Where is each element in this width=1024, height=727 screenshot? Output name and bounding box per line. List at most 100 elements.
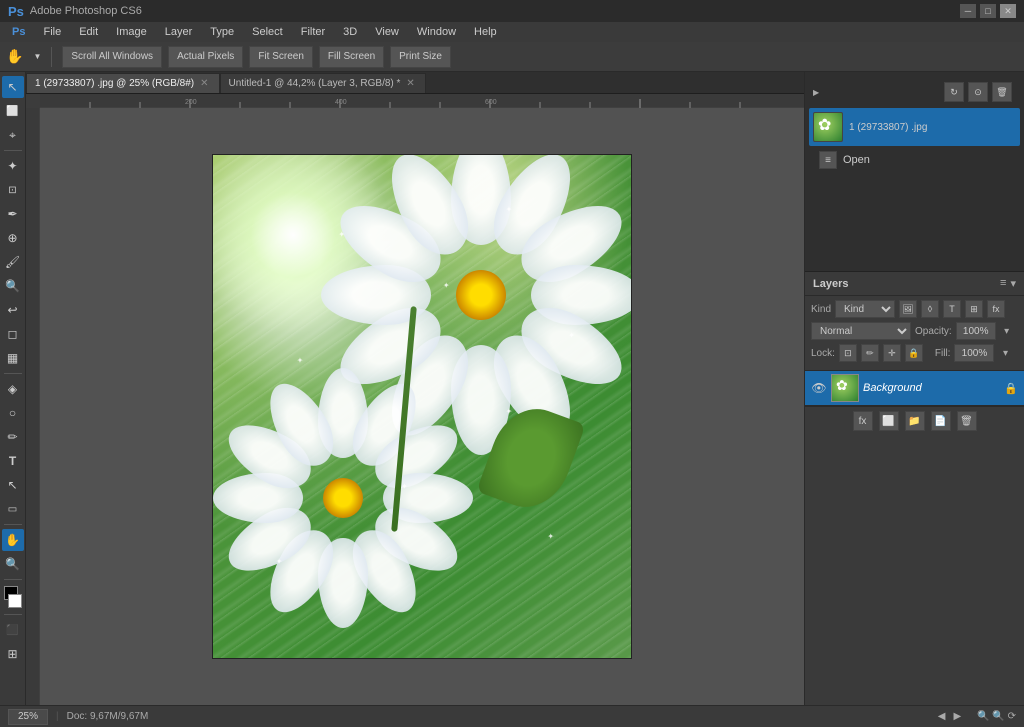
- layers-filter-icon-1[interactable]: 🖼: [899, 300, 917, 318]
- hand-tool[interactable]: ✋: [2, 529, 24, 551]
- flower-center-2: [323, 478, 363, 518]
- menu-help[interactable]: Help: [466, 24, 505, 40]
- delete-layer-button[interactable]: 🗑: [957, 411, 977, 431]
- path-selection-tool[interactable]: ↖: [2, 474, 24, 496]
- blur-tool[interactable]: ◈: [2, 378, 24, 400]
- text-tool[interactable]: T: [2, 450, 24, 472]
- lock-transparent-btn[interactable]: ⊡: [839, 344, 857, 362]
- clone-stamp-tool[interactable]: 🔍: [2, 275, 24, 297]
- menu-file[interactable]: File: [35, 24, 69, 40]
- status-next-btn[interactable]: ▶: [953, 711, 961, 722]
- status-bar: | Doc: 9,67M/9,67M ◀ ▶ 🔍 🔍 ⟳: [0, 705, 1024, 727]
- bridge-filename: 1 (29733807) .jpg: [849, 122, 927, 133]
- layers-kind-label: Kind: [811, 304, 831, 315]
- marquee-tool[interactable]: ⬜: [2, 100, 24, 122]
- bridge-camera-icon[interactable]: ⊙: [968, 82, 988, 102]
- menu-type[interactable]: Type: [202, 24, 242, 40]
- layers-filter-icon-4[interactable]: ⊞: [965, 300, 983, 318]
- layers-menu-icon[interactable]: ▾: [1010, 277, 1016, 290]
- menu-3d[interactable]: 3D: [335, 24, 365, 40]
- opacity-input[interactable]: [956, 322, 996, 340]
- layers-collapse-icon[interactable]: ≡: [1000, 277, 1006, 290]
- move-tool[interactable]: ↖: [2, 76, 24, 98]
- eraser-tool[interactable]: ◻: [2, 323, 24, 345]
- layers-filter-icon-2[interactable]: ◊: [921, 300, 939, 318]
- layers-kind-select[interactable]: Kind: [835, 300, 895, 318]
- layer-background[interactable]: 👁 Background 🔒: [805, 371, 1024, 406]
- bridge-refresh-icon[interactable]: ↻: [944, 82, 964, 102]
- ps-logo: Ps: [8, 4, 24, 19]
- status-prev-btn[interactable]: ◀: [938, 711, 946, 722]
- fill-input[interactable]: [954, 344, 994, 362]
- bridge-trash-icon[interactable]: 🗑: [992, 82, 1012, 102]
- lock-label: Lock:: [811, 348, 835, 359]
- ruler-vertical: [26, 108, 40, 705]
- menu-window[interactable]: Window: [409, 24, 464, 40]
- menu-view[interactable]: View: [367, 24, 407, 40]
- spot-heal-tool[interactable]: ⊕: [2, 227, 24, 249]
- bridge-file-item[interactable]: 1 (29733807) .jpg: [809, 108, 1020, 146]
- tab-2-close[interactable]: ✕: [406, 78, 414, 89]
- maximize-button[interactable]: □: [980, 4, 996, 18]
- workspace: 1 (29733807) .jpg @ 25% (RGB/8#) ✕ Untit…: [26, 72, 804, 705]
- lock-all-btn[interactable]: 🔒: [905, 344, 923, 362]
- fit-screen-button[interactable]: Fit Screen: [249, 46, 313, 68]
- tab-1-label: 1 (29733807) .jpg @ 25% (RGB/8#): [35, 78, 194, 89]
- layer-visibility-toggle[interactable]: 👁: [811, 380, 827, 396]
- minimize-button[interactable]: ─: [960, 4, 976, 18]
- magic-wand-tool[interactable]: ✦: [2, 155, 24, 177]
- menu-select[interactable]: Select: [244, 24, 291, 40]
- zoom-tool[interactable]: 🔍: [2, 553, 24, 575]
- crop-tool[interactable]: ⊡: [2, 179, 24, 201]
- right-panel: ▶ ↻ ⊙ 🗑 1 (29733807) .jpg ≡ Open Layers: [804, 72, 1024, 705]
- lock-pixels-btn[interactable]: ✏: [861, 344, 879, 362]
- menu-image[interactable]: Image: [108, 24, 155, 40]
- fill-arrow[interactable]: ▾: [998, 346, 1012, 360]
- layers-filter-icon-3[interactable]: T: [943, 300, 961, 318]
- new-group-button[interactable]: 📁: [905, 411, 925, 431]
- print-size-button[interactable]: Print Size: [390, 46, 451, 68]
- bridge-panel-arrow: ▶: [813, 88, 819, 97]
- actual-pixels-button[interactable]: Actual Pixels: [168, 46, 243, 68]
- color-swatch[interactable]: [2, 586, 24, 608]
- canvas-content: ✦ ✦ ✦ ✦ ✦ ✦ ✦ ✦ ✦: [40, 108, 804, 705]
- status-icons: 🔍 🔍 ⟳: [977, 711, 1016, 722]
- canvas-area: 200 400 600: [26, 94, 804, 705]
- tab-1[interactable]: 1 (29733807) .jpg @ 25% (RGB/8#) ✕: [26, 73, 220, 93]
- menu-filter[interactable]: Filter: [293, 24, 333, 40]
- gradient-tool[interactable]: ▦: [2, 347, 24, 369]
- fill-label: Fill:: [935, 348, 951, 359]
- tab-1-close[interactable]: ✕: [200, 78, 208, 89]
- dodge-tool[interactable]: ○: [2, 402, 24, 424]
- menu-edit[interactable]: Edit: [71, 24, 106, 40]
- background-color[interactable]: [8, 594, 22, 608]
- quick-mask-tool[interactable]: ⬛: [2, 619, 24, 641]
- add-mask-button[interactable]: ⬜: [879, 411, 899, 431]
- options-dropdown-icon: ▼: [33, 52, 41, 61]
- menu-ps[interactable]: Ps: [4, 24, 33, 40]
- menu-layer[interactable]: Layer: [157, 24, 201, 40]
- mini-bridge-panel: ▶ ↻ ⊙ 🗑 1 (29733807) .jpg ≡ Open: [805, 72, 1024, 272]
- layers-filter-icon-5[interactable]: fx: [987, 300, 1005, 318]
- lock-position-btn[interactable]: ✛: [883, 344, 901, 362]
- zoom-input[interactable]: [8, 709, 48, 725]
- lasso-tool[interactable]: ⌖: [2, 124, 24, 146]
- tab-bar: 1 (29733807) .jpg @ 25% (RGB/8#) ✕ Untit…: [26, 72, 804, 94]
- blend-mode-select[interactable]: Normal: [811, 322, 911, 340]
- eyedropper-tool[interactable]: ✒: [2, 203, 24, 225]
- pen-tool[interactable]: ✏: [2, 426, 24, 448]
- fill-screen-button[interactable]: Fill Screen: [319, 46, 384, 68]
- tab-2[interactable]: Untitled-1 @ 44,2% (Layer 3, RGB/8) * ✕: [220, 73, 426, 93]
- sparkles: ✦ ✦ ✦ ✦ ✦ ✦ ✦ ✦ ✦: [213, 155, 631, 658]
- close-button[interactable]: ✕: [1000, 4, 1016, 18]
- opacity-arrow[interactable]: ▾: [1000, 324, 1014, 338]
- screen-mode-tool[interactable]: ⊞: [2, 643, 24, 665]
- shape-tool[interactable]: ▭: [2, 498, 24, 520]
- add-style-button[interactable]: fx: [853, 411, 873, 431]
- brush-tool[interactable]: 🖌: [2, 251, 24, 273]
- toolbar-separator-4: [4, 579, 22, 580]
- new-layer-button[interactable]: 📄: [931, 411, 951, 431]
- history-brush-tool[interactable]: ↩: [2, 299, 24, 321]
- bridge-open-button[interactable]: ≡ Open: [813, 148, 1016, 172]
- scroll-all-windows-button[interactable]: Scroll All Windows: [62, 46, 162, 68]
